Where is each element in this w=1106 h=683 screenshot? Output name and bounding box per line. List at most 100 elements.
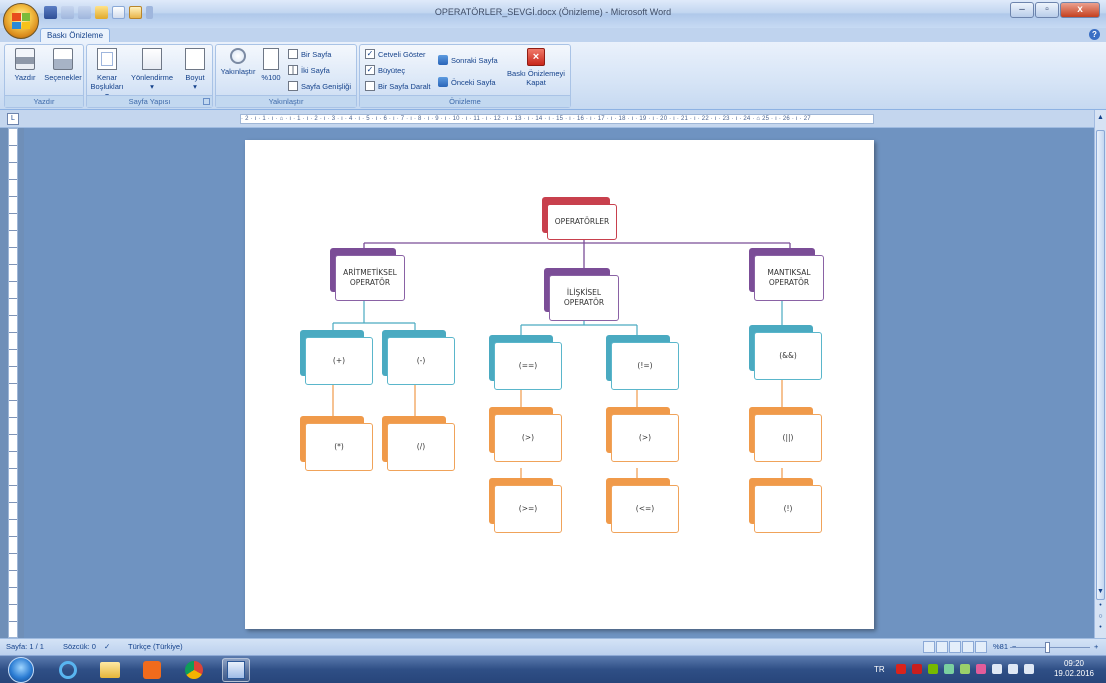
page-width-button[interactable]: Sayfa Genişliği xyxy=(288,81,351,91)
margins-button[interactable]: Kenar Boşlukları ▾ xyxy=(89,48,125,100)
volume-icon[interactable] xyxy=(1024,664,1034,674)
office-button[interactable] xyxy=(3,3,39,39)
flash-icon[interactable] xyxy=(912,664,922,674)
defender-icon[interactable] xyxy=(976,664,986,674)
help-icon[interactable]: ? xyxy=(1089,29,1100,40)
two-pages-label: İki Sayfa xyxy=(301,65,330,75)
browse-object-icon[interactable]: ○ xyxy=(1096,613,1105,622)
system-tray: TR 09:20 19.02.2016 xyxy=(866,656,1106,683)
previous-page-scroll-icon[interactable]: • xyxy=(1096,602,1105,611)
diagram-node-gt-1: (>) xyxy=(489,407,563,465)
margins-icon xyxy=(97,48,117,70)
group-preview: ✓ Cetveli Göster ✓ Büyüteç Bir Sayfa Dar… xyxy=(359,44,571,108)
proofing-icon[interactable]: ✓ xyxy=(104,642,110,651)
input-language[interactable]: TR xyxy=(874,665,885,674)
draft-view-icon[interactable] xyxy=(975,641,987,653)
print-button[interactable]: Yazdır xyxy=(8,48,42,82)
diagram-node-multiply: (*) xyxy=(300,416,374,474)
diagram-node-lte: (<=) xyxy=(606,478,680,536)
page-count[interactable]: Sayfa: 1 / 1 xyxy=(6,642,44,651)
ribbon: Yazdır Seçenekler Yazdır Kenar Boşluklar… xyxy=(0,42,1106,110)
print-label: Yazdır xyxy=(14,73,36,82)
next-page-scroll-icon[interactable]: • xyxy=(1096,624,1105,633)
shrink-one-page-button[interactable]: Bir Sayfa Daralt xyxy=(365,81,431,91)
title-bar: OPERATÖRLER_SEVGİ.docx (Önizleme) - Micr… xyxy=(0,0,1106,39)
group-preview-label: Önizleme xyxy=(360,95,570,107)
tab-print-preview[interactable]: Baskı Önizleme xyxy=(40,28,111,42)
language-indicator[interactable]: Türkçe (Türkiye) xyxy=(128,642,183,651)
horizontal-ruler[interactable]: · 2 · ı · 1 · ı · ⌂ · ı · 1 · ı · 2 · ı … xyxy=(240,114,874,124)
outline-view-icon[interactable] xyxy=(962,641,974,653)
two-pages-button[interactable]: İki Sayfa xyxy=(288,65,330,75)
zoom-button[interactable]: Yakınlaştır xyxy=(217,48,259,76)
group-print-label: Yazdır xyxy=(5,95,83,107)
diagram-node-gt-2: (>) xyxy=(606,407,680,465)
magnifier-checkbox[interactable]: ✓ Büyüteç xyxy=(365,65,405,75)
action-center-flag-icon[interactable] xyxy=(992,664,1002,674)
zoom-slider[interactable] xyxy=(1010,647,1090,648)
zoom-level[interactable]: %81 xyxy=(993,642,1008,651)
system-clock[interactable]: 09:20 19.02.2016 xyxy=(1054,659,1094,679)
zoom-in-icon[interactable]: + xyxy=(1094,642,1098,651)
nvidia-icon[interactable] xyxy=(928,664,938,674)
restore-button[interactable]: ▫ xyxy=(1035,2,1059,18)
scroll-up-icon[interactable]: ▲ xyxy=(1096,114,1105,123)
one-page-button[interactable]: Bir Sayfa xyxy=(288,49,331,59)
full-screen-view-icon[interactable] xyxy=(936,641,948,653)
taskbar-ie-icon[interactable] xyxy=(54,658,82,682)
taskbar-explorer-icon[interactable] xyxy=(96,658,124,682)
web-layout-view-icon[interactable] xyxy=(949,641,961,653)
vertical-ruler[interactable] xyxy=(8,128,18,638)
clock-date: 19.02.2016 xyxy=(1053,669,1094,678)
dialog-launcher-icon[interactable] xyxy=(203,98,210,105)
diagram-node-not: (!) xyxy=(749,478,823,536)
clock-time: 09:20 xyxy=(1063,659,1084,668)
minimize-button[interactable]: – xyxy=(1010,2,1034,18)
node-label: İLİŞKİSEL OPERATÖR xyxy=(549,275,619,321)
network-icon[interactable] xyxy=(1008,664,1018,674)
close-print-preview-button[interactable]: × Baskı Önizlemeyi Kapat xyxy=(504,48,568,87)
show-ruler-label: Cetveli Göster xyxy=(378,49,426,59)
update-icon[interactable] xyxy=(960,664,970,674)
shrink-page-icon xyxy=(365,81,375,91)
ruler-tab-selector[interactable]: L xyxy=(7,113,19,125)
checkbox-checked-icon: ✓ xyxy=(365,49,375,59)
scroll-down-icon[interactable]: ▼ xyxy=(1096,588,1105,597)
previous-page-button[interactable]: Önceki Sayfa xyxy=(438,77,496,87)
next-page-label: Sonraki Sayfa xyxy=(451,55,498,65)
print-layout-view-icon[interactable] xyxy=(923,641,935,653)
options-label: Seçenekler xyxy=(44,73,82,82)
next-page-button[interactable]: Sonraki Sayfa xyxy=(438,55,498,65)
network-tray-icon[interactable] xyxy=(944,664,954,674)
page-width-label: Sayfa Genişliği xyxy=(301,81,352,91)
zoom-100-button[interactable]: %100 xyxy=(259,48,283,82)
orientation-button[interactable]: Yönlendirme ▾ xyxy=(125,48,179,91)
taskbar-media-player-icon[interactable] xyxy=(138,658,166,682)
diagram-node-mantiksal: MANTIKSAL OPERATÖR xyxy=(749,248,829,303)
taskbar-chrome-icon[interactable] xyxy=(180,658,208,682)
internet-explorer-icon xyxy=(59,661,77,679)
word-icon xyxy=(227,661,245,679)
show-ruler-checkbox[interactable]: ✓ Cetveli Göster xyxy=(365,49,426,59)
start-button[interactable] xyxy=(8,657,34,683)
zoom-slider-thumb[interactable] xyxy=(1045,642,1050,653)
group-page-setup: Kenar Boşlukları ▾ Yönlendirme ▾ Boyut ▾… xyxy=(86,44,213,108)
vertical-scrollbar[interactable]: ▲ ▼ • ○ • xyxy=(1094,110,1106,638)
taskbar-word-icon[interactable] xyxy=(222,658,250,682)
page-width-icon xyxy=(288,81,298,91)
taskbar: TR 09:20 19.02.2016 xyxy=(0,655,1106,683)
options-icon xyxy=(53,48,73,70)
level1-connectors xyxy=(363,238,791,268)
zoom-label: Yakınlaştır xyxy=(220,67,256,76)
word-count[interactable]: Sözcük: 0 xyxy=(63,642,96,651)
options-button[interactable]: Seçenekler xyxy=(42,48,84,82)
scrollbar-thumb[interactable] xyxy=(1096,130,1105,600)
adobe-icon[interactable] xyxy=(896,664,906,674)
size-label: Boyut xyxy=(185,73,205,82)
size-button[interactable]: Boyut ▾ xyxy=(179,48,211,91)
close-button[interactable]: x xyxy=(1060,2,1100,18)
previous-page-icon xyxy=(438,77,448,87)
node-label: (==) xyxy=(494,342,562,390)
node-label: (>) xyxy=(494,414,562,462)
diagram-node-or: (||) xyxy=(749,407,823,465)
